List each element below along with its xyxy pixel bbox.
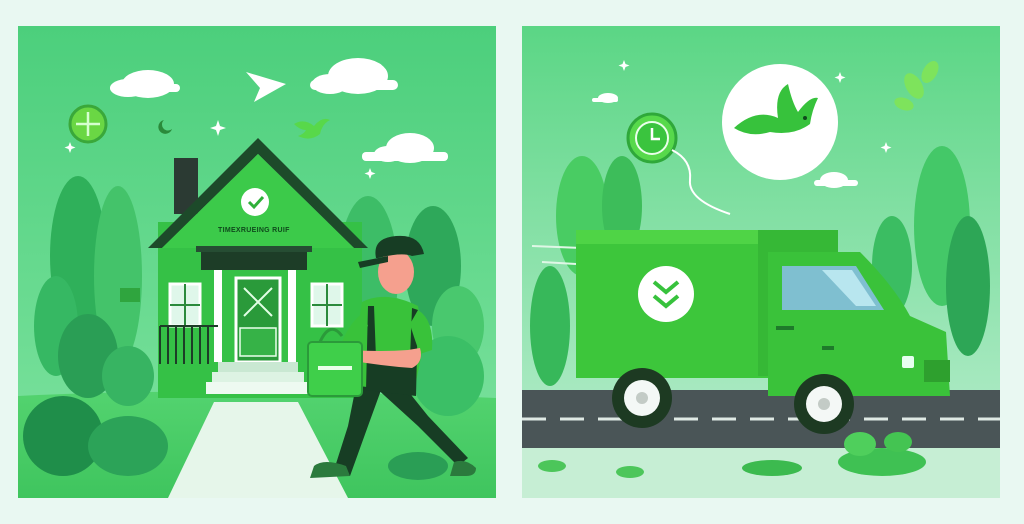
arrow-badge-icon [241,188,269,216]
double-chevron-down-icon [638,266,694,322]
wheel [612,368,672,428]
house-scene-svg: TIMEXRUEING RUIF [18,26,496,498]
window [168,282,202,328]
truck-delivery-illustration [522,26,1000,498]
bird-badge [722,64,838,180]
house-delivery-illustration: TIMEXRUEING RUIF [18,26,496,498]
wheel [794,374,854,434]
truck-scene-svg [522,26,1000,498]
check-circle-icon [68,104,108,144]
window [310,282,344,328]
house-sign: TIMEXRUEING RUIF [218,227,290,234]
